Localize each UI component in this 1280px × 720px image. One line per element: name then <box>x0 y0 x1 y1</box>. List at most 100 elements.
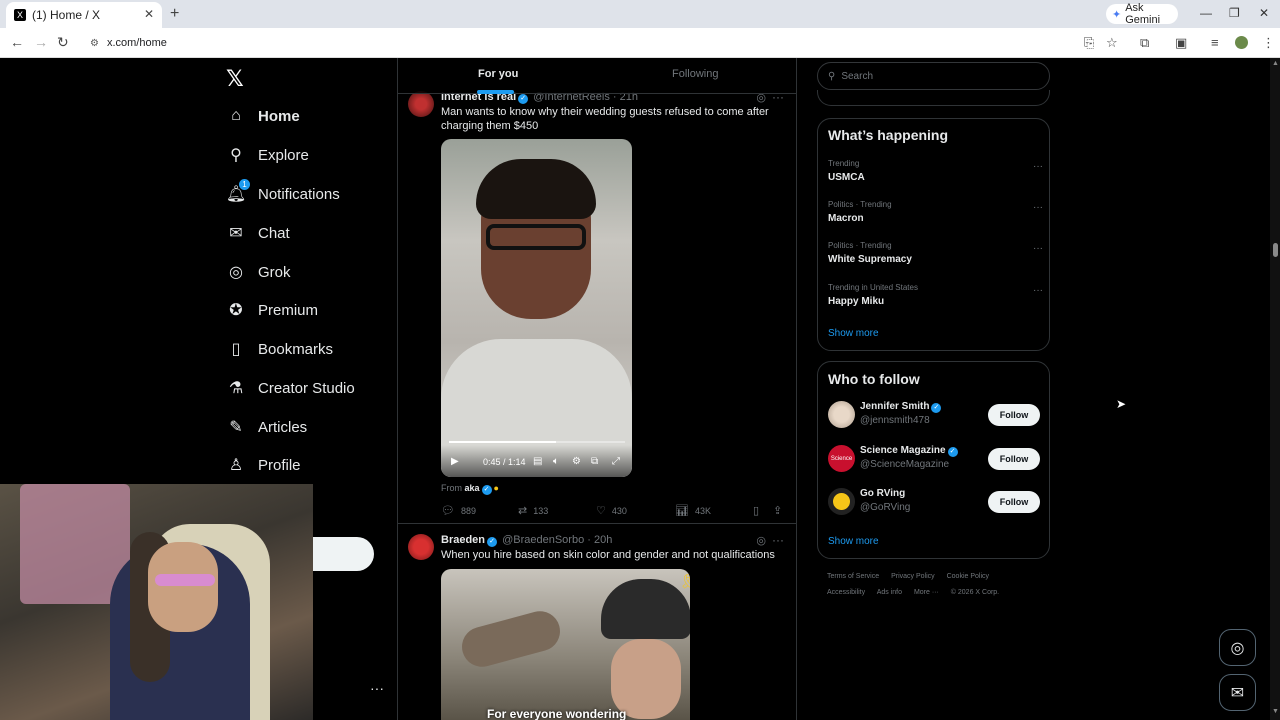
avatar[interactable] <box>408 534 434 560</box>
avatar[interactable]: Science <box>828 445 855 472</box>
trend-item[interactable]: Politics · Trending Macron ··· <box>828 200 1043 224</box>
extensions-icon[interactable]: ⧉ <box>1140 35 1149 51</box>
volume-icon[interactable]: 🔈︎ <box>553 456 559 467</box>
post-internet-is-real[interactable]: Internet is real ✓ @InternetReels · 21h ◎… <box>398 58 796 523</box>
verified-badge-icon: ✓ <box>518 94 529 104</box>
reply-button[interactable]: 💬︎ 889 <box>441 504 476 517</box>
trend-item[interactable]: Trending in United States Happy Miku ··· <box>828 283 1043 307</box>
restore-icon[interactable]: ❐ <box>1229 6 1240 20</box>
post-time[interactable]: 20h <box>594 534 612 546</box>
footer-link[interactable]: More ··· <box>914 589 939 596</box>
avatar[interactable] <box>408 91 434 117</box>
follow-button[interactable]: Follow <box>988 491 1040 513</box>
suggestion-handle[interactable]: @GoRVing <box>860 502 910 513</box>
install-app-icon[interactable]: ⎘ <box>1084 35 1094 51</box>
bookmark-star-icon[interactable]: ☆ <box>1106 35 1118 51</box>
verified-badge-icon: ✓ <box>931 403 942 413</box>
follow-button[interactable]: Follow <box>988 404 1040 426</box>
suggestion-name[interactable]: Jennifer Smith ✓ <box>860 401 943 413</box>
trend-more-icon[interactable]: ··· <box>1033 243 1043 254</box>
nav-item-profile[interactable]: ♙ Profile <box>226 455 301 475</box>
avatar[interactable] <box>828 401 855 428</box>
site-info-icon[interactable]: ⚙ <box>90 38 99 49</box>
views-button[interactable]: 📊︎ 43K <box>675 504 711 517</box>
from-name[interactable]: aka <box>465 483 480 493</box>
page-scrollbar[interactable]: ▲ ▼ <box>1270 58 1280 720</box>
nav-item-chat[interactable]: ✉ Chat <box>226 223 289 243</box>
trend-more-icon[interactable]: ··· <box>1033 285 1043 296</box>
like-button[interactable]: ♡ 430 <box>596 504 627 517</box>
nav-item-articles[interactable]: ✎ Articles <box>226 417 307 437</box>
scrollbar-thumb[interactable] <box>1273 243 1278 257</box>
new-tab-button[interactable]: + <box>170 5 179 23</box>
follow-suggestion[interactable]: Jennifer Smith ✓ @jennsmith478 Follow <box>828 401 1040 431</box>
grok-fab-button[interactable]: ◎ <box>1219 629 1256 666</box>
footer-link[interactable]: Cookie Policy <box>947 573 989 580</box>
grok-explain-icon[interactable]: ◎ <box>756 534 766 547</box>
footer-link[interactable]: Privacy Policy <box>891 573 935 580</box>
nav-item-explore[interactable]: ⚲ Explore <box>226 145 309 165</box>
nav-item-notifications[interactable]: 🔔︎ 1 Notifications <box>226 179 340 204</box>
author-name[interactable]: Braeden <box>441 534 485 546</box>
account-more-icon[interactable]: ··· <box>370 680 384 696</box>
back-icon[interactable]: ← <box>10 34 24 50</box>
fullscreen-icon[interactable]: ⤢ <box>612 456 620 467</box>
bookmark-button[interactable]: ▯ <box>753 504 765 517</box>
repost-button[interactable]: ⇄ 133 <box>518 504 548 517</box>
pip-icon[interactable]: ⧉ <box>591 456 598 467</box>
settings-icon[interactable]: ⚙ <box>572 456 581 467</box>
scroll-down-icon[interactable]: ▼ <box>1272 708 1279 715</box>
nav-item-premium[interactable]: ✪ Premium <box>226 300 318 320</box>
show-more-link[interactable]: Show more <box>828 536 879 547</box>
video-progress-bar[interactable] <box>449 441 625 443</box>
ask-gemini-button[interactable]: ✦ Ask Gemini <box>1106 2 1178 26</box>
scroll-up-icon[interactable]: ▲ <box>1272 60 1279 67</box>
post-button[interactable] <box>310 537 374 571</box>
x-logo-icon[interactable]: 𝕏 <box>226 66 244 92</box>
post-more-icon[interactable]: ··· <box>772 533 784 547</box>
trend-more-icon[interactable]: ··· <box>1033 202 1043 213</box>
trend-meta: Politics · Trending <box>828 200 892 209</box>
search-input[interactable]: ⚲ Search <box>817 62 1050 90</box>
tab-for-you[interactable]: For you <box>478 68 518 80</box>
split-view-icon[interactable]: ▣ <box>1175 35 1187 51</box>
follow-suggestion[interactable]: Science Science Magazine ✓ @ScienceMagazi… <box>828 445 1040 475</box>
forward-icon[interactable]: → <box>34 34 48 50</box>
author-handle[interactable]: @BraedenSorbo <box>502 534 584 546</box>
nav-item-creator-studio[interactable]: ⚗ Creator Studio <box>226 378 355 398</box>
video-player[interactable]: ▶ 0:45 / 1:14 ▤ 🔈︎ ⚙ ⧉ ⤢ <box>441 139 632 477</box>
post-image[interactable]: 🎗︎ For everyone wondering <box>441 569 690 720</box>
footer-link[interactable]: Accessibility <box>827 589 865 596</box>
browser-tab[interactable]: X (1) Home / X ✕ <box>6 2 162 28</box>
media-controls-icon[interactable]: ≡ <box>1211 35 1219 50</box>
suggestion-name[interactable]: Go RVing <box>860 488 905 499</box>
reload-icon[interactable]: ↻ <box>57 34 69 51</box>
nav-item-bookmarks[interactable]: ▯ Bookmarks <box>226 339 333 359</box>
tab-following[interactable]: Following <box>672 68 718 80</box>
share-button[interactable]: ⇪ <box>773 504 788 517</box>
follow-button[interactable]: Follow <box>988 448 1040 470</box>
suggestion-name[interactable]: Science Magazine ✓ <box>860 445 960 457</box>
address-bar[interactable]: ⚙ x.com/home <box>80 31 1070 55</box>
trend-item[interactable]: Politics · Trending White Supremacy ··· <box>828 241 1043 265</box>
nav-item-home[interactable]: ⌂ Home <box>226 106 300 126</box>
minimize-icon[interactable]: — <box>1200 6 1212 20</box>
tab-close-icon[interactable]: ✕ <box>144 7 154 21</box>
suggestion-handle[interactable]: @jennsmith478 <box>860 415 930 426</box>
footer-link[interactable]: Terms of Service <box>827 573 879 580</box>
trend-more-icon[interactable]: ··· <box>1033 161 1043 172</box>
menu-kebab-icon[interactable]: ⋮ <box>1262 35 1275 51</box>
profile-avatar-icon[interactable] <box>1235 36 1248 49</box>
close-window-icon[interactable]: ✕ <box>1259 6 1269 20</box>
suggestion-handle[interactable]: @ScienceMagazine <box>860 459 949 470</box>
trend-item[interactable]: Trending USMCA ··· <box>828 159 1043 183</box>
nav-item-grok[interactable]: ◎ Grok <box>226 262 291 282</box>
footer-link[interactable]: Ads info <box>877 589 902 596</box>
messages-fab-button[interactable]: ✉ <box>1219 674 1256 711</box>
follow-suggestion[interactable]: Go RVing @GoRVing Follow <box>828 488 1040 518</box>
play-icon[interactable]: ▶ <box>451 456 459 467</box>
captions-icon[interactable]: ▤ <box>533 456 542 467</box>
avatar[interactable] <box>828 488 855 515</box>
show-more-link[interactable]: Show more <box>828 328 879 339</box>
mail-icon: ✉ <box>1230 684 1245 702</box>
